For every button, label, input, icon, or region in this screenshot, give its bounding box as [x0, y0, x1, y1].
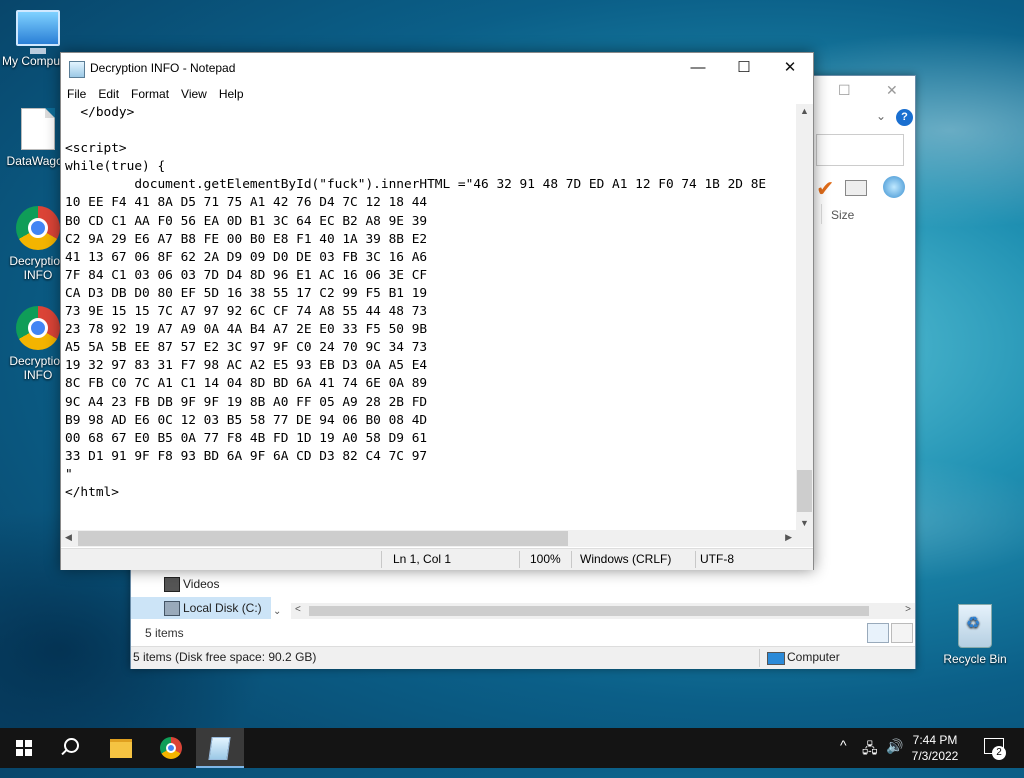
menu-edit[interactable]: Edit — [92, 84, 125, 104]
status-cursor-position: Ln 1, Col 1 — [393, 552, 452, 566]
nav-item-label: Local Disk (C:) — [183, 601, 262, 615]
status-location-label: Computer — [787, 650, 840, 664]
status-line-ending: Windows (CRLF) — [580, 552, 672, 566]
scrollbar-thumb[interactable] — [78, 531, 568, 546]
scroll-left-icon[interactable]: ◀ — [65, 532, 72, 543]
explorer-search-box[interactable] — [816, 134, 904, 166]
column-divider — [821, 204, 822, 224]
explorer-horizontal-scrollbar[interactable]: < > — [291, 603, 915, 619]
taskbar-notepad[interactable] — [196, 728, 244, 768]
folder-icon — [110, 739, 132, 758]
status-divider — [695, 551, 696, 568]
check-icon[interactable]: ✔ — [816, 176, 834, 202]
file-icon — [21, 108, 55, 150]
recycle-bin-icon — [958, 604, 992, 648]
nav-item-label: Videos — [183, 577, 220, 591]
taskbar: ^ 🖧 🔊 7:44 PM 7/3/2022 2 — [0, 728, 1024, 768]
volume-icon[interactable]: 🔊 — [886, 738, 903, 778]
status-location: Computer — [767, 647, 840, 668]
large-icons-view-button[interactable] — [891, 623, 913, 643]
network-icon[interactable] — [883, 176, 905, 198]
chrome-icon — [16, 206, 60, 250]
explorer-status-bar: 5 items (Disk free space: 90.2 GB) Compu… — [131, 646, 915, 669]
menu-file[interactable]: File — [61, 84, 92, 104]
window-title: Decryption INFO - Notepad — [90, 61, 236, 75]
notification-badge: 2 — [992, 746, 1006, 760]
nav-item-videos[interactable]: Videos — [131, 573, 271, 595]
nav-item-local-disk[interactable]: Local Disk (C:) — [131, 597, 271, 619]
status-divider — [571, 551, 572, 568]
details-view-button[interactable] — [867, 623, 889, 643]
taskbar-file-explorer[interactable] — [98, 728, 146, 768]
clock-date: 7/3/2022 — [911, 749, 959, 763]
navigation-pane: Videos Local Disk (C:) — [131, 571, 286, 626]
scroll-up-icon[interactable]: ▲ — [800, 106, 809, 116]
nav-scroll-down-icon[interactable]: ⌄ — [273, 606, 281, 617]
status-encoding: UTF-8 — [700, 552, 734, 566]
menu-help[interactable]: Help — [213, 84, 250, 104]
help-icon[interactable]: ? — [896, 109, 913, 126]
maximize-button[interactable]: ☐ — [721, 53, 767, 84]
scrollbar-thumb[interactable] — [797, 470, 812, 512]
videos-icon — [164, 577, 180, 592]
menu-bar: File Edit Format View Help — [61, 84, 813, 104]
status-disk-space: 5 items (Disk free space: 90.2 GB) — [133, 650, 317, 664]
column-header-size[interactable]: Size — [831, 208, 854, 222]
status-divider — [519, 551, 520, 568]
status-divider — [759, 649, 760, 667]
clock[interactable]: 7:44 PM 7/3/2022 — [905, 732, 965, 764]
desktop-icon-label: Recycle Bin — [943, 652, 1007, 666]
scroll-right-icon[interactable]: > — [905, 604, 911, 615]
scrollbar-thumb[interactable] — [309, 606, 869, 616]
chrome-icon — [16, 306, 60, 350]
show-hidden-icons-icon[interactable]: ^ — [840, 737, 847, 777]
status-bar: Ln 1, Col 1 100% Windows (CRLF) UTF-8 — [61, 548, 813, 570]
computer-icon — [16, 10, 60, 54]
explorer-maximize-button[interactable]: ☐ — [838, 82, 851, 99]
taskbar-search-button[interactable] — [48, 728, 96, 768]
clock-time: 7:44 PM — [912, 733, 958, 747]
ribbon-expand-icon[interactable]: ⌄ — [876, 109, 886, 123]
desktop-icon-recycle-bin[interactable]: Recycle Bin — [937, 604, 1013, 666]
close-button[interactable]: ✕ — [767, 53, 813, 84]
notepad-icon — [69, 61, 85, 78]
scroll-right-icon[interactable]: ▶ — [785, 532, 792, 543]
rename-icon[interactable] — [845, 180, 867, 196]
notepad-icon — [208, 737, 231, 760]
search-icon — [64, 738, 79, 753]
disk-icon — [164, 601, 180, 616]
menu-format[interactable]: Format — [125, 84, 175, 104]
network-icon[interactable]: 🖧 — [862, 738, 878, 778]
status-zoom: 100% — [530, 552, 561, 566]
notepad-window: Decryption INFO - Notepad — ☐ ✕ File Edit… — [60, 52, 814, 570]
taskbar-chrome[interactable] — [148, 728, 196, 768]
scrollbar-corner — [796, 530, 813, 547]
scroll-left-icon[interactable]: < — [295, 604, 301, 615]
computer-icon — [767, 652, 785, 665]
vertical-scrollbar[interactable]: ▲ ▼ — [796, 104, 813, 530]
scroll-down-icon[interactable]: ▼ — [800, 518, 809, 528]
minimize-button[interactable]: — — [675, 53, 721, 84]
start-button[interactable] — [0, 728, 48, 768]
item-count: 5 items — [145, 626, 184, 640]
windows-logo-icon — [16, 740, 32, 756]
horizontal-scrollbar[interactable]: ◀ ▶ — [61, 530, 796, 547]
text-editor-area[interactable]: </body> <script> while(true) { document.… — [65, 104, 795, 530]
chrome-icon — [160, 737, 182, 759]
status-divider — [381, 551, 382, 568]
menu-view[interactable]: View — [175, 84, 213, 104]
title-bar[interactable]: Decryption INFO - Notepad — ☐ ✕ — [61, 53, 813, 84]
explorer-close-button[interactable]: ✕ — [886, 82, 898, 99]
